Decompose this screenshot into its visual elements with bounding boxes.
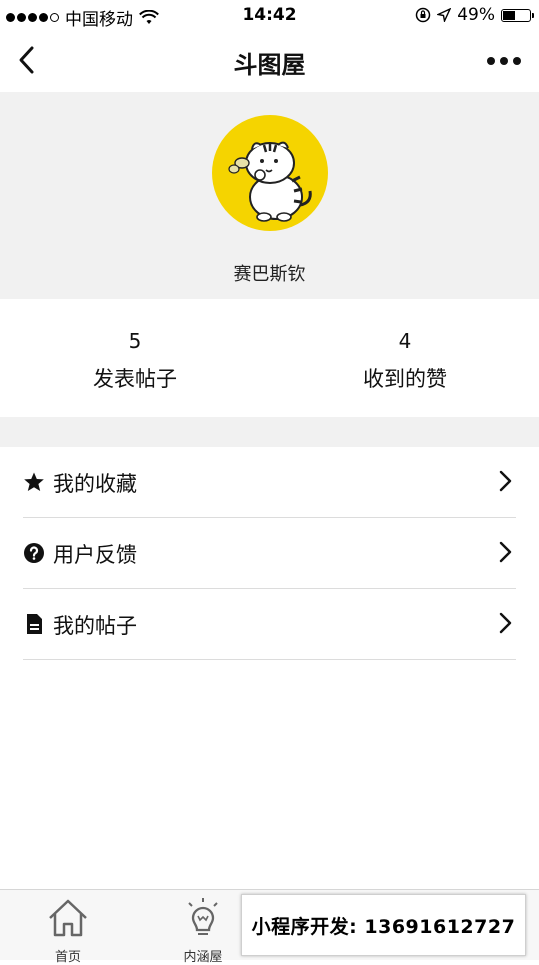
location-arrow-icon bbox=[437, 8, 452, 22]
status-bar: 中国移动 14:42 49% bbox=[0, 0, 539, 30]
menu-item-feedback[interactable]: 用户反馈 bbox=[23, 518, 516, 589]
stats-section: 5 发表帖子 4 收到的赞 bbox=[0, 299, 539, 417]
username: 赛巴斯钦 bbox=[233, 264, 306, 285]
more-dot bbox=[500, 57, 508, 65]
tab-home[interactable]: 首页 bbox=[28, 896, 108, 965]
menu-list: 我的收藏 用户反馈 我的帖子 bbox=[0, 447, 539, 660]
menu-item-label: 用户反馈 bbox=[53, 543, 137, 567]
chevron-right-icon bbox=[499, 541, 512, 563]
home-icon bbox=[49, 899, 87, 937]
menu-item-my-posts[interactable]: 我的帖子 bbox=[23, 589, 516, 660]
chevron-right-icon bbox=[499, 470, 512, 492]
status-right: 49% bbox=[415, 5, 534, 25]
section-divider bbox=[0, 417, 539, 447]
stat-posts-label: 发表帖子 bbox=[93, 367, 177, 391]
battery-icon bbox=[501, 8, 534, 22]
promo-text: 小程序开发: 13691612727 bbox=[251, 915, 516, 938]
menu-item-label: 我的帖子 bbox=[53, 614, 137, 638]
stat-likes-value: 4 bbox=[398, 329, 412, 353]
chevron-right-icon bbox=[499, 612, 512, 634]
more-dot bbox=[513, 57, 521, 65]
question-circle-icon bbox=[24, 543, 44, 563]
page-title: 斗图屋 bbox=[233, 51, 306, 79]
star-icon bbox=[24, 472, 44, 491]
battery-percent: 49% bbox=[457, 5, 495, 25]
navigation-bar: 斗图屋 bbox=[0, 30, 539, 92]
tab-content-house[interactable]: 内涵屋 bbox=[163, 896, 243, 965]
stat-likes[interactable]: 4 收到的赞 bbox=[270, 329, 539, 393]
more-button[interactable] bbox=[487, 57, 521, 65]
tiger-cartoon-icon bbox=[228, 141, 312, 222]
bulb-icon bbox=[188, 898, 218, 935]
avatar[interactable] bbox=[212, 115, 328, 231]
document-icon bbox=[27, 614, 42, 634]
stat-likes-label: 收到的赞 bbox=[363, 367, 447, 391]
stat-posts-value: 5 bbox=[128, 329, 142, 353]
menu-item-favorites[interactable]: 我的收藏 bbox=[23, 447, 516, 518]
tab-label: 内涵屋 bbox=[183, 950, 223, 965]
orientation-lock-icon bbox=[415, 7, 431, 23]
promo-banner: 小程序开发: 13691612727 bbox=[241, 894, 526, 956]
stat-posts[interactable]: 5 发表帖子 bbox=[0, 329, 270, 393]
more-dot bbox=[487, 57, 495, 65]
tab-label: 首页 bbox=[54, 950, 81, 965]
menu-item-label: 我的收藏 bbox=[53, 472, 137, 496]
profile-header: 赛巴斯钦 bbox=[0, 92, 539, 299]
